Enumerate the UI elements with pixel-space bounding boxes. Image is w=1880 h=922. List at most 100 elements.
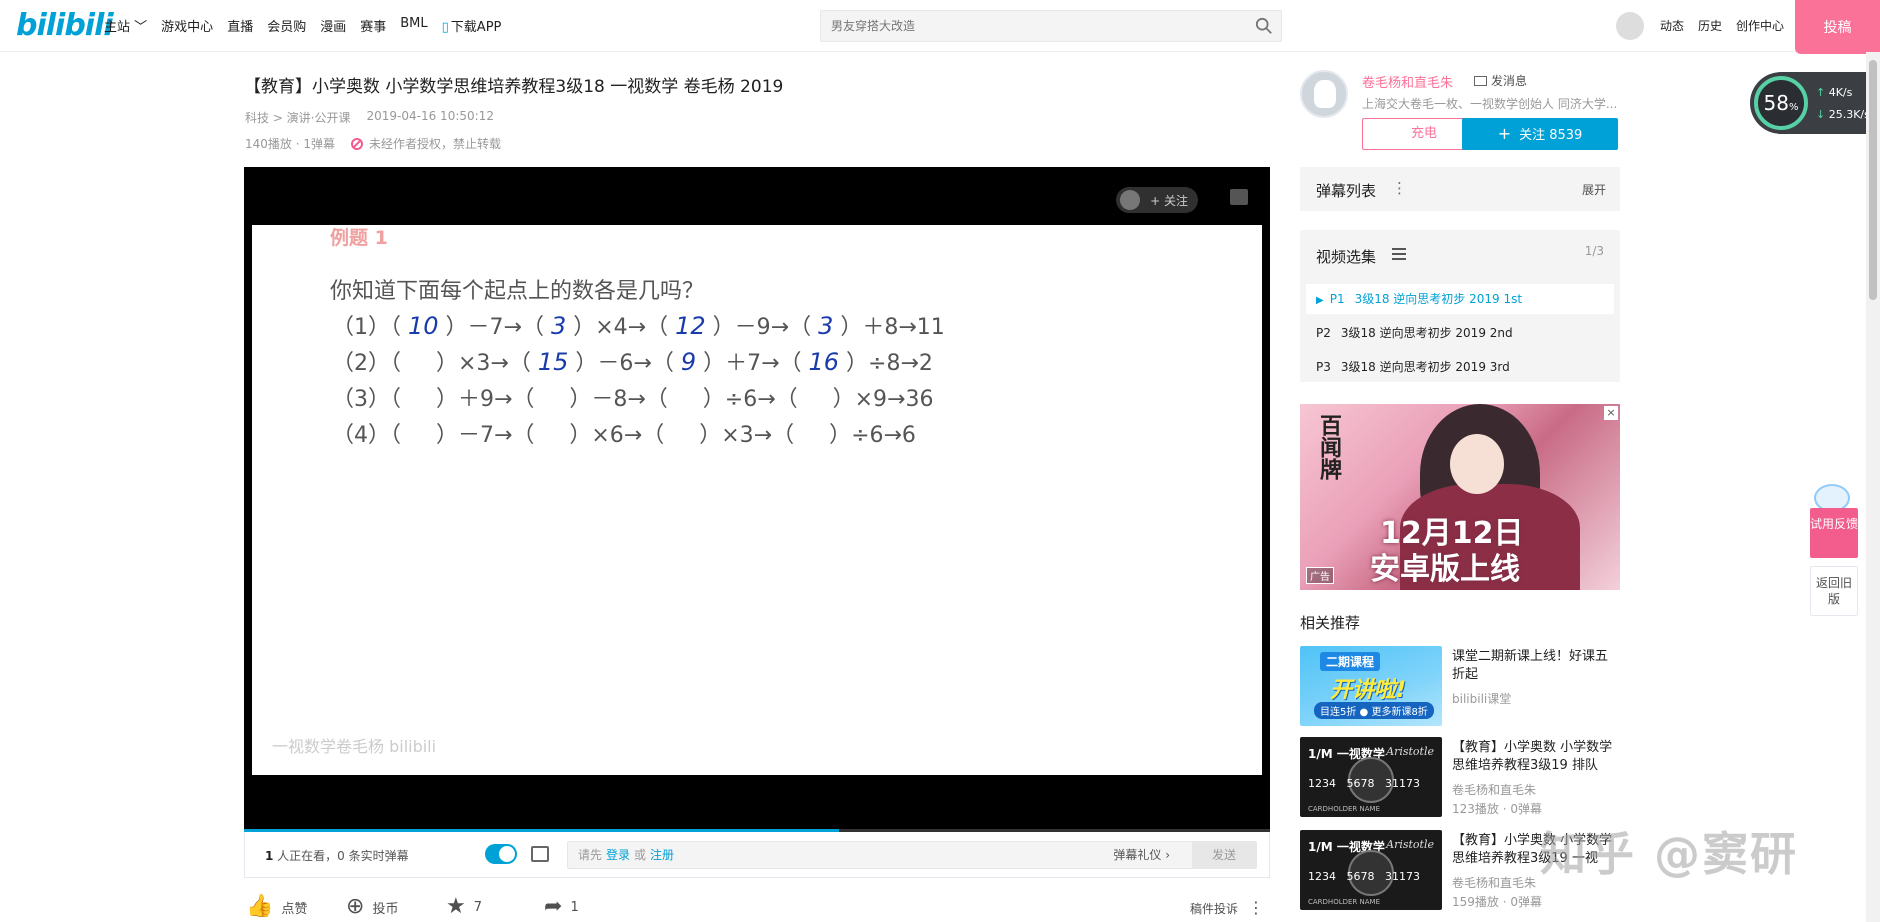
recommend-thumbnail[interactable]: 二期课程 开讲啦! 目连5折 ● 更多新课8折	[1300, 646, 1442, 726]
video-frame: 例题 1 你知道下面每个起点上的数各是几吗？ （1）（ 10 ）－7→（ 3 ）…	[252, 225, 1262, 775]
coin-button[interactable]: ⊕ 投币	[346, 896, 398, 918]
nav-item-bml[interactable]: BML	[400, 16, 427, 35]
report-link[interactable]: 稿件投诉	[1190, 900, 1238, 917]
more-options-icon[interactable]: ⋮	[1248, 898, 1264, 917]
main-nav: 主站 ﹀ 游戏中心 直播 会员购 漫画 赛事 BML 下载APP	[104, 16, 501, 35]
episode-item[interactable]: P2 3级18 逆向思考初步 2019 2nd	[1306, 318, 1614, 348]
video-meta: 科技 > 演讲·公开课 2019-04-16 10:50:12	[245, 109, 494, 126]
danmaku-send-button[interactable]: 发送	[1192, 842, 1256, 868]
feedback-button[interactable]: 试用反馈	[1810, 508, 1858, 558]
collection-title: 视频选集	[1316, 248, 1377, 266]
recommend-item-author[interactable]: 卷毛杨和直毛朱	[1452, 874, 1536, 891]
nav-item-main[interactable]: 主站 ﹀	[104, 16, 147, 35]
no-reprint-notice: 未经作者授权，禁止转载	[350, 135, 501, 152]
plus-icon: +	[1497, 124, 1512, 143]
recommend-item-stats: 123播放 · 0弹幕	[1452, 802, 1542, 816]
recommend-thumbnail[interactable]: 1/M 一视数学 Aristotle 1234 5678 31173 CARDH…	[1300, 737, 1442, 817]
recommend-item-author[interactable]: 卷毛杨和直毛朱	[1452, 781, 1536, 798]
star-icon: ★	[446, 894, 466, 919]
danmaku-etiquette-link[interactable]: 弹幕礼仪 ›	[1113, 842, 1170, 868]
follow-button[interactable]: + 关注 8539	[1462, 118, 1618, 150]
upload-button[interactable]: 投稿	[1795, 0, 1880, 54]
collection-count: 1/3	[1584, 244, 1604, 258]
nav-item-download-app[interactable]: 下载APP	[442, 16, 502, 35]
old-version-button[interactable]: 返回旧版	[1810, 566, 1858, 616]
send-message-link[interactable]: 发消息	[1474, 72, 1527, 89]
nav-dynamic[interactable]: 动态	[1660, 17, 1684, 34]
danmaku-send-bar: 1 人正在看，0 条实时弹幕 请先 登录或注册 弹幕礼仪 › 发送	[244, 832, 1270, 878]
bilibili-logo[interactable]: bilibili	[16, 8, 114, 43]
slide-example-label: 例题 1	[330, 227, 388, 249]
recommend-item-stats: 159播放 · 0弹幕	[1452, 895, 1542, 909]
coin-icon: ⊕	[346, 894, 365, 919]
speed-percent: 58%	[1754, 76, 1808, 130]
search-icon[interactable]	[1255, 17, 1273, 35]
nav-item-comic[interactable]: 漫画	[320, 16, 346, 35]
episode-item[interactable]: P3 3级18 逆向思考初步 2019 3rd	[1306, 352, 1614, 382]
page-scrollbar[interactable]	[1866, 52, 1880, 922]
video-title: 【教育】小学奥数 小学数学思维培养教程3级18 一视数学 卷毛杨 2019	[244, 77, 784, 97]
forbidden-icon	[350, 138, 363, 150]
video-date: 2019-04-16 10:50:12	[366, 109, 494, 123]
user-avatar[interactable]	[1616, 12, 1644, 40]
recommend-item-author[interactable]: bilibili课堂	[1452, 690, 1511, 707]
nav-history[interactable]: 历史	[1698, 17, 1722, 34]
danmaku-toggle[interactable]	[485, 844, 517, 864]
register-link[interactable]: 注册	[650, 848, 674, 862]
uploader-name[interactable]: 卷毛杨和直毛朱	[1362, 72, 1453, 91]
header-right-links: 动态 历史 创作中心	[1660, 17, 1784, 34]
ad-close-icon[interactable]: ×	[1604, 406, 1618, 420]
uploader-avatar[interactable]	[1300, 70, 1348, 118]
recommend-item-title[interactable]: 课堂二期新课上线！好课五折起	[1452, 648, 1620, 684]
danmaku-list-title: 弹幕列表	[1316, 182, 1377, 200]
recommend-item[interactable]: 1/M 一视数学 Aristotle 1234 5678 31173 CARDH…	[1300, 737, 1620, 819]
video-stats: 140播放 · 1弹幕	[245, 137, 335, 151]
player-follow-button[interactable]: + 关注	[1116, 187, 1198, 213]
site-watermark: 知乎 @窦研	[1540, 827, 1799, 881]
nav-item-live[interactable]: 直播	[227, 16, 253, 35]
scrollbar-thumb[interactable]	[1869, 60, 1877, 300]
search-box	[820, 10, 1282, 42]
favorite-button[interactable]: ★ 7	[446, 896, 482, 918]
nav-creator-center[interactable]: 创作中心	[1736, 17, 1784, 34]
nav-item-game-center[interactable]: 游戏中心	[161, 16, 213, 35]
slide-row-1: （1）（ 10 ）－7→（ 3 ）×4→（ 12 ）－9→（ 3 ）＋8→11	[332, 312, 945, 340]
like-button[interactable]: 👍 点赞	[246, 896, 307, 918]
share-button[interactable]: ➦ 1	[544, 896, 579, 918]
list-icon[interactable]	[1392, 248, 1406, 260]
ad-slogan: 安卓版上线	[1370, 552, 1520, 587]
video-player[interactable]: + 关注 例题 1 你知道下面每个起点上的数各是几吗？ （1）（ 10 ）－7→…	[244, 167, 1270, 831]
network-speed-widget[interactable]: 58% 4K/s 25.3K/s	[1750, 72, 1880, 134]
watching-count: 1 人正在看，0 条实时弹幕	[265, 849, 409, 863]
video-actions: 👍 点赞 ⊕ 投币 ★ 7 ➦ 1 稿件投诉 ⋮	[244, 892, 1270, 922]
ad-banner[interactable]: 百闻牌 12月12日 安卓版上线 广告 ×	[1300, 404, 1620, 590]
recommend-item-title[interactable]: 【教育】小学奥数 小学数学思维培养教程3级19 排队	[1452, 739, 1620, 775]
player-comment-icon[interactable]	[1230, 189, 1248, 205]
danmaku-settings-icon[interactable]	[531, 846, 549, 862]
nav-item-shop[interactable]: 会员购	[267, 16, 306, 35]
more-vertical-icon[interactable]: ⋮	[1392, 179, 1407, 197]
chevron-down-icon: ﹀	[134, 20, 148, 35]
nav-item-esports[interactable]: 赛事	[360, 16, 386, 35]
video-category[interactable]: 科技 > 演讲·公开课	[245, 109, 351, 126]
slide-row-4: （4）（ ）－7→（ ）×6→（ ）×3→（ ）÷6→6	[332, 423, 916, 448]
ad-game-logo: 百闻牌	[1316, 414, 1341, 480]
recommend-title: 相关推荐	[1300, 614, 1361, 632]
slide-row-3: （3）（ ）＋9→（ ）－8→（ ）÷6→（ ）×9→36	[332, 387, 934, 412]
recommend-thumbnail[interactable]: 1/M 一视数学 Aristotle 1234 5678 31173 CARDH…	[1300, 830, 1442, 910]
top-navbar: bilibili 主站 ﹀ 游戏中心 直播 会员购 漫画 赛事 BML 下载AP…	[0, 0, 1880, 54]
video-collection-panel: 视频选集 1/3 P13级18 逆向思考初步 2019 1st P23级18 逆…	[1300, 230, 1620, 382]
episode-item[interactable]: P13级18 逆向思考初步 2019 1st	[1306, 284, 1614, 314]
recommend-item[interactable]: 二期课程 开讲啦! 目连5折 ● 更多新课8折 课堂二期新课上线！好课五折起 b…	[1300, 646, 1620, 728]
uploader-description: 上海交大卷毛一枚、一视数学创始人 同济大学...	[1362, 97, 1618, 111]
danmaku-input[interactable]: 请先 登录或注册 弹幕礼仪 › 发送	[567, 841, 1257, 869]
slide-watermark: 一视数学卷毛杨 bilibili	[272, 737, 437, 756]
slide-row-2: （2）（ ）×3→（ 15 ）－6→（ 9 ）＋7→（ 16 ）÷8→2	[332, 348, 933, 376]
login-link[interactable]: 登录	[606, 848, 630, 862]
search-input[interactable]	[821, 11, 1241, 41]
danmaku-list-expand[interactable]: 展开	[1582, 181, 1606, 198]
mail-icon	[1474, 75, 1487, 86]
thumbs-up-icon: 👍	[246, 894, 274, 919]
video-stats-row: 140播放 · 1弹幕 未经作者授权，禁止转载	[245, 135, 501, 152]
download-speed: 25.3K/s	[1816, 108, 1870, 121]
